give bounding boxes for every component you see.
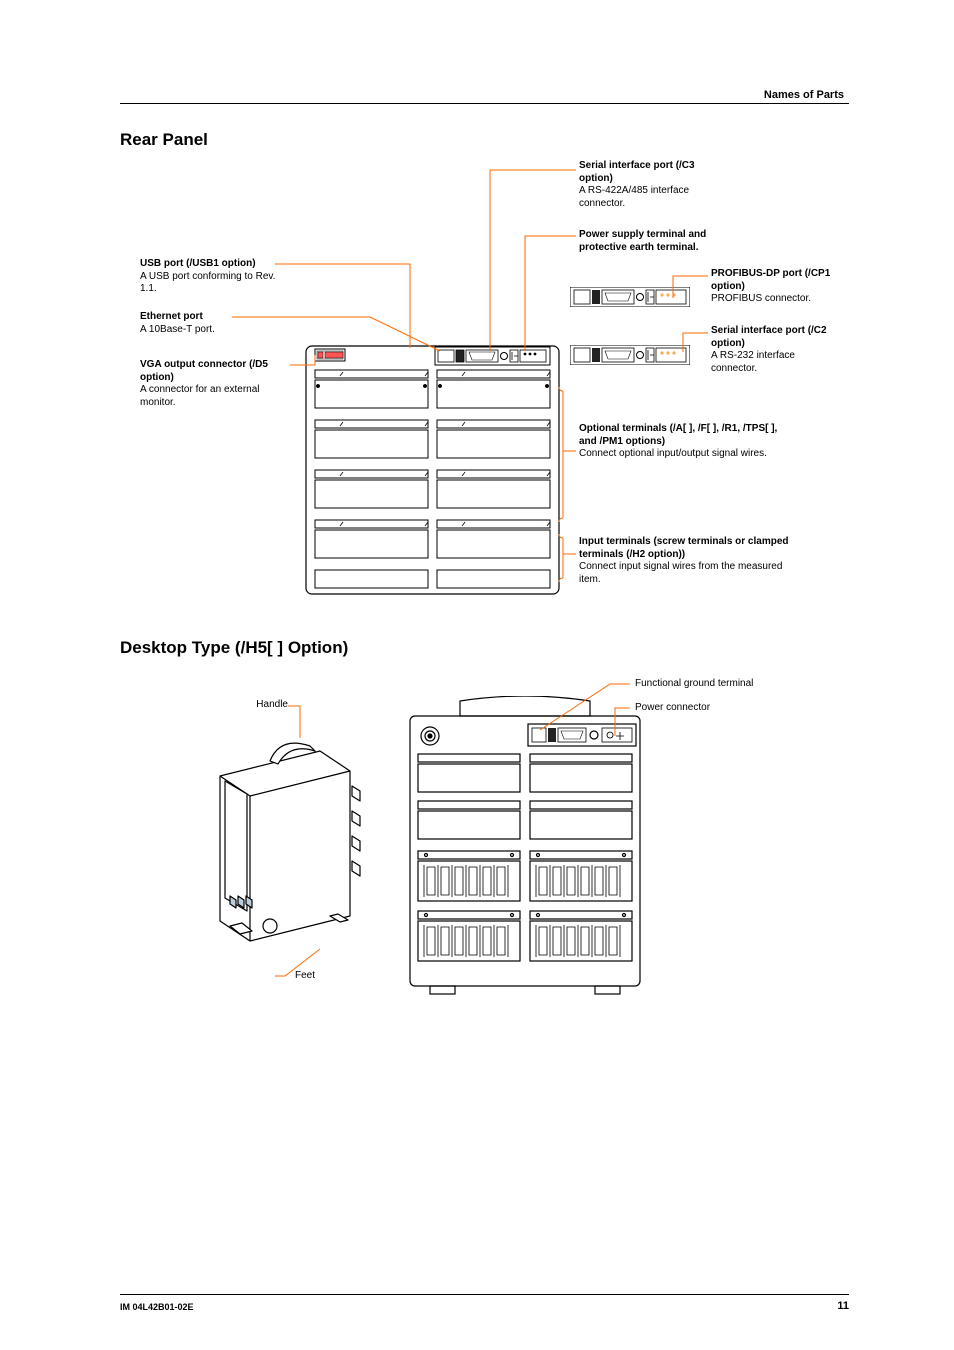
callout-ground-terminal: Functional ground terminal: [635, 678, 753, 691]
section-title-rear-panel: Rear Panel: [120, 130, 849, 150]
callout-serial-c3: Serial interface port (/C3 option) A RS-…: [579, 160, 729, 210]
callout-handle: Handle: [256, 699, 288, 712]
callout-power-supply: Power supply terminal and protective ear…: [579, 229, 749, 254]
callout-ethernet: Ethernet port A 10Base-T port.: [140, 311, 285, 336]
option-panel-cp1: [570, 287, 690, 307]
callout-serial-c2: Serial interface port (/C2 option) A RS-…: [711, 325, 841, 375]
callout-input-terminals: Input terminals (screw terminals or clam…: [579, 536, 789, 586]
figure-rear-panel: USB port (/USB1 option) A USB port confo…: [120, 158, 849, 608]
callout-vga: VGA output connector (/D5 option) A conn…: [140, 359, 285, 409]
figure-desktop: Handle Feet Functional ground terminal P…: [120, 666, 849, 1036]
header-section-label: Names of Parts: [764, 89, 844, 101]
desktop-rear-diagram: [400, 696, 650, 996]
footer-doc-id: IM 04L42B01-02E: [120, 1302, 194, 1312]
footer-page-number: 11: [837, 1300, 849, 1312]
section-title-desktop: Desktop Type (/H5[ ] Option): [120, 638, 849, 658]
callout-power-connector: Power connector: [635, 702, 710, 715]
callout-optional-terminals: Optional terminals (/A[ ], /F[ ], /R1, /…: [579, 423, 779, 461]
callout-usb: USB port (/USB1 option) A USB port confo…: [140, 258, 285, 296]
header-rule: [120, 103, 849, 104]
rear-panel-diagram: [305, 345, 560, 595]
footer-rule: [120, 1294, 849, 1295]
option-panel-c2: [570, 345, 690, 365]
callout-feet: Feet: [295, 970, 315, 983]
callout-profibus: PROFIBUS-DP port (/CP1 option) PROFIBUS …: [711, 268, 841, 306]
desktop-iso-diagram: [170, 716, 370, 966]
